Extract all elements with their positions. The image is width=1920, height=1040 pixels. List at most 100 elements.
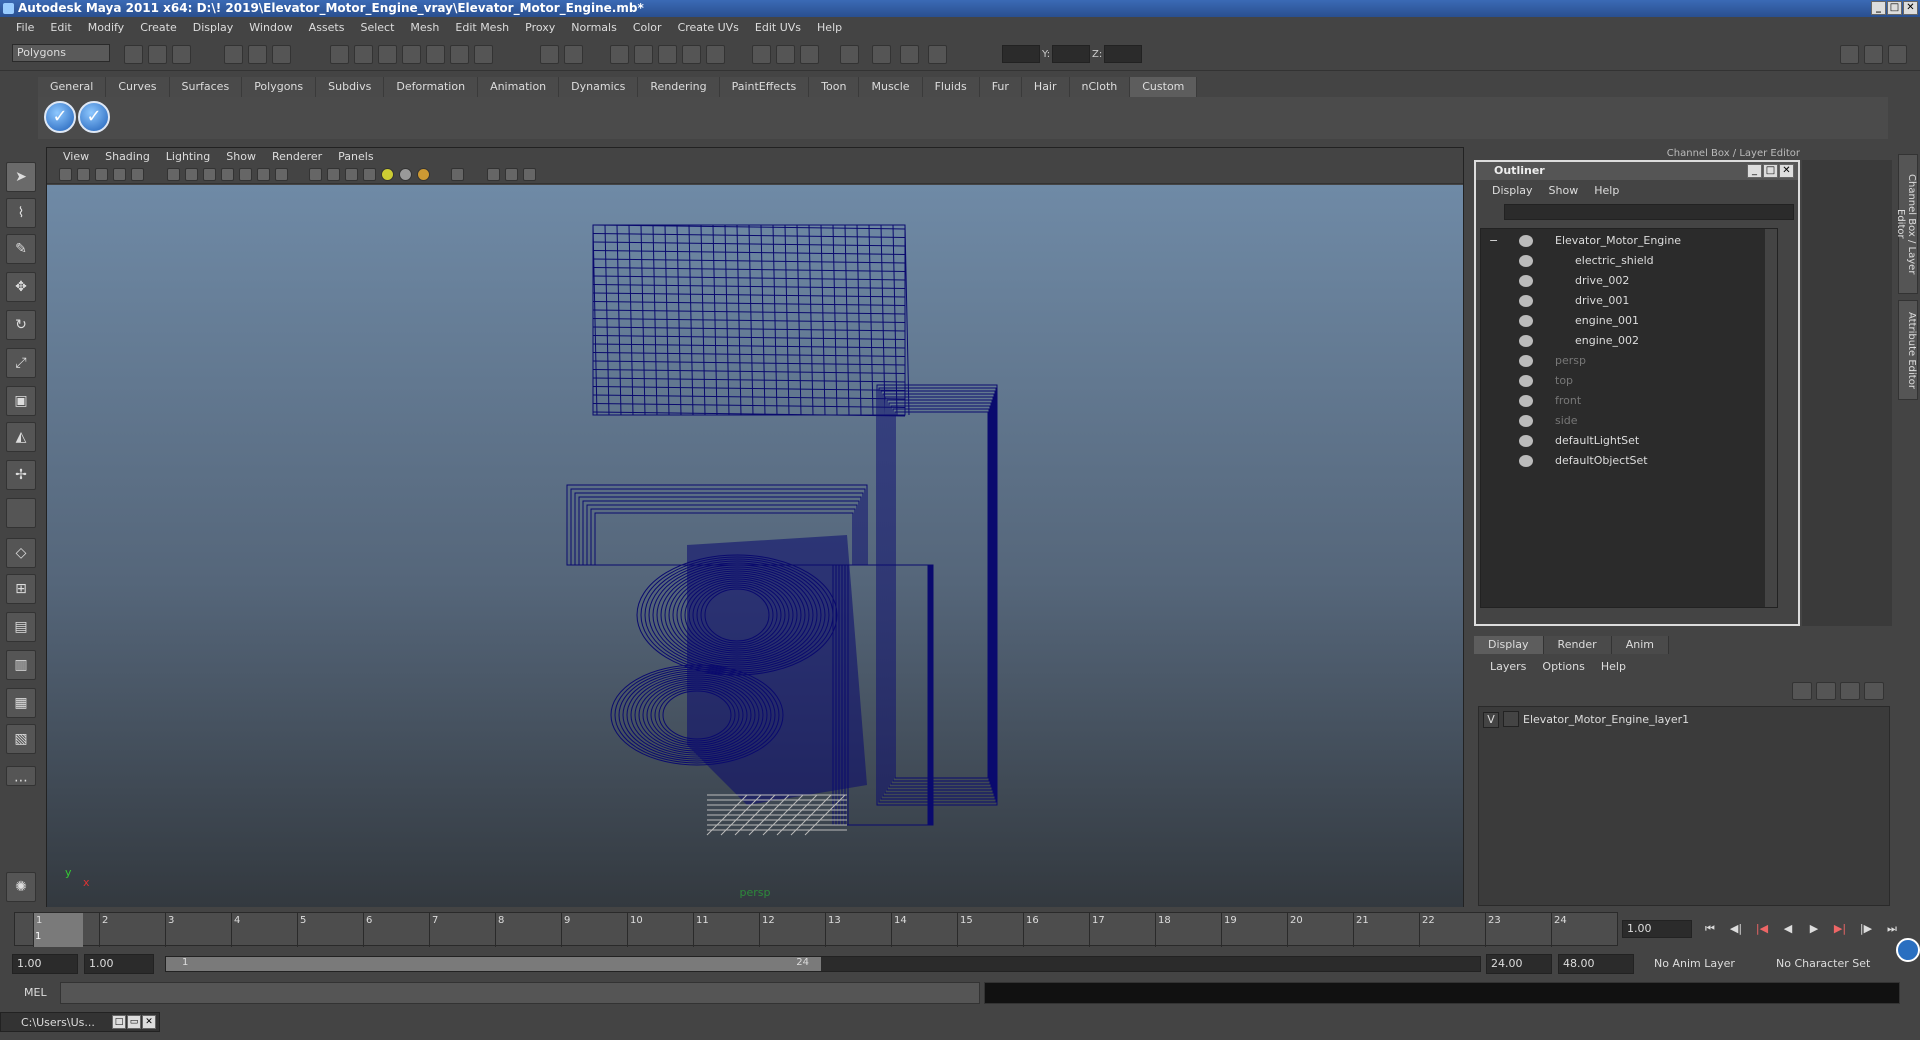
more-layouts-icon[interactable]: ⋯ [6, 766, 36, 789]
outliner-list[interactable]: − Elevator_Motor_Engine electric_shield dri… [1480, 228, 1778, 608]
step-forward-frame-icon[interactable]: |▶ [1856, 920, 1876, 938]
new-layer-icon[interactable] [1840, 682, 1860, 700]
select-camera-icon[interactable] [59, 168, 72, 181]
play-forwards-icon[interactable]: ▶ [1804, 920, 1824, 938]
graph-editor-icon[interactable] [840, 45, 859, 64]
shelf-tab-painteffects[interactable]: PaintEffects [719, 77, 810, 97]
relative-transform-icon[interactable] [928, 45, 947, 64]
gate-mask-icon[interactable] [221, 168, 234, 181]
outliner-filter-input[interactable] [1504, 204, 1794, 220]
shadows-icon[interactable] [417, 168, 430, 181]
range-slider-handle[interactable]: 1 24 [166, 957, 821, 971]
shelf-tab-dynamics[interactable]: Dynamics [559, 77, 639, 97]
image-plane-icon[interactable] [113, 168, 126, 181]
step-back-frame-icon[interactable]: ◀| [1726, 920, 1746, 938]
select-tool-icon[interactable]: ➤ [6, 162, 36, 192]
outliner-item[interactable]: side [1481, 411, 1777, 431]
field-chart-icon[interactable] [239, 168, 252, 181]
menu-edit[interactable]: Edit [42, 21, 79, 34]
lasso-tool-icon[interactable]: ⌇ [6, 198, 36, 228]
move-tool-icon[interactable]: ✥ [6, 272, 36, 302]
single-perspective-layout-icon[interactable]: ◇ [6, 538, 36, 568]
layer-menu-options[interactable]: Options [1534, 658, 1592, 676]
snap-live-icon[interactable] [426, 45, 445, 64]
outliner-item[interactable]: electric_shield [1481, 251, 1777, 271]
step-back-key-icon[interactable]: |◀ [1752, 920, 1772, 938]
layer-tab-display[interactable]: Display [1474, 636, 1544, 654]
vp-menu-panels[interactable]: Panels [330, 148, 381, 166]
high-quality-icon[interactable] [505, 168, 518, 181]
playback-end-field[interactable]: 24.00 [1486, 954, 1552, 974]
menu-display[interactable]: Display [185, 21, 242, 34]
render-view-icon[interactable] [706, 45, 725, 64]
vp-menu-show[interactable]: Show [218, 148, 264, 166]
persp-graph-layout-icon[interactable]: ▥ [6, 650, 36, 680]
shelf-tab-muscle[interactable]: Muscle [859, 77, 923, 97]
character-set-dropdown[interactable]: No Character Set [1770, 954, 1882, 974]
outliner-scrollbar[interactable] [1765, 229, 1777, 607]
paint-select-tool-icon[interactable]: ✎ [6, 234, 36, 264]
dope-sheet-icon[interactable] [872, 45, 891, 64]
shelf-tab-polygons[interactable]: Polygons [242, 77, 317, 97]
play-backwards-icon[interactable]: ◀ [1778, 920, 1798, 938]
outliner-menu-help[interactable]: Help [1586, 182, 1627, 200]
y-field[interactable] [1052, 45, 1090, 63]
layer-row[interactable]: V Elevator_Motor_Engine_layer1 [1483, 711, 1689, 729]
minimize-button[interactable]: _ [1871, 1, 1886, 15]
shelf-tab-rendering[interactable]: Rendering [638, 77, 720, 97]
select-hierarchy-icon[interactable] [224, 45, 243, 64]
two-d-pan-icon[interactable] [131, 168, 144, 181]
default-lighting-icon[interactable] [381, 168, 394, 181]
help-icon[interactable] [474, 45, 493, 64]
menu-mesh[interactable]: Mesh [402, 21, 447, 34]
layer-tab-anim[interactable]: Anim [1611, 636, 1669, 654]
persp-outliner-layout-icon[interactable]: ▤ [6, 612, 36, 642]
shelf-tab-fluids[interactable]: Fluids [922, 77, 980, 97]
expand-toggle-icon[interactable]: − [1489, 231, 1498, 251]
textured-icon[interactable] [363, 168, 376, 181]
xray-icon[interactable] [451, 168, 464, 181]
menu-edit-mesh[interactable]: Edit Mesh [447, 21, 517, 34]
restore-window-button[interactable]: □ [112, 1015, 126, 1029]
menu-help[interactable]: Help [809, 21, 850, 34]
show-channel-box-icon[interactable] [1864, 45, 1883, 64]
shelf-tab-ncloth[interactable]: nCloth [1069, 77, 1131, 97]
input-line-icon[interactable] [752, 45, 771, 64]
mel-input[interactable] [60, 982, 980, 1004]
shelf-tab-general[interactable]: General [38, 77, 107, 97]
menu-proxy[interactable]: Proxy [517, 21, 563, 34]
snap-plane-icon[interactable] [402, 45, 421, 64]
select-component-icon[interactable] [272, 45, 291, 64]
viewport-share-icon[interactable] [523, 168, 536, 181]
outliner-maximize-button[interactable]: □ [1763, 164, 1778, 178]
snap-grid-icon[interactable] [330, 45, 349, 64]
go-to-end-icon[interactable]: ⏭ [1882, 920, 1902, 938]
outliner-item[interactable]: engine_001 [1481, 311, 1777, 331]
select-object-icon[interactable] [248, 45, 267, 64]
isolate-select-icon[interactable] [487, 168, 500, 181]
ipr-render-icon[interactable] [634, 45, 653, 64]
anim-layer-dropdown[interactable]: No Anim Layer [1648, 954, 1758, 974]
vp-menu-lighting[interactable]: Lighting [158, 148, 218, 166]
outliner-item[interactable]: defaultLightSet [1481, 431, 1777, 451]
vp-menu-renderer[interactable]: Renderer [264, 148, 330, 166]
output-icon[interactable] [800, 45, 819, 64]
outliner-close-button[interactable]: ✕ [1779, 164, 1794, 178]
render-settings-icon[interactable] [658, 45, 677, 64]
shelf-tab-toon[interactable]: Toon [809, 77, 860, 97]
snap-curve-icon[interactable] [354, 45, 373, 64]
show-tool-settings-icon[interactable] [1888, 45, 1907, 64]
playback-start-field[interactable]: 1.00 [84, 954, 154, 974]
menu-normals[interactable]: Normals [563, 21, 625, 34]
shelf-tab-custom[interactable]: Custom [1130, 77, 1198, 97]
show-manip-icon[interactable]: ✢ [6, 460, 36, 490]
menu-set-select[interactable]: Polygons [12, 44, 110, 62]
soft-mod-icon[interactable]: ◭ [6, 422, 36, 452]
channel-box-side-tab[interactable]: Channel Box / Layer Editor [1895, 154, 1918, 294]
trax-icon[interactable] [900, 45, 919, 64]
grid-icon[interactable] [167, 168, 180, 181]
snap-point-icon[interactable] [378, 45, 397, 64]
layer-menu-help[interactable]: Help [1593, 658, 1634, 676]
layer-tab-render[interactable]: Render [1543, 636, 1612, 654]
attribute-editor-side-tab[interactable]: Attribute Editor [1898, 300, 1918, 400]
